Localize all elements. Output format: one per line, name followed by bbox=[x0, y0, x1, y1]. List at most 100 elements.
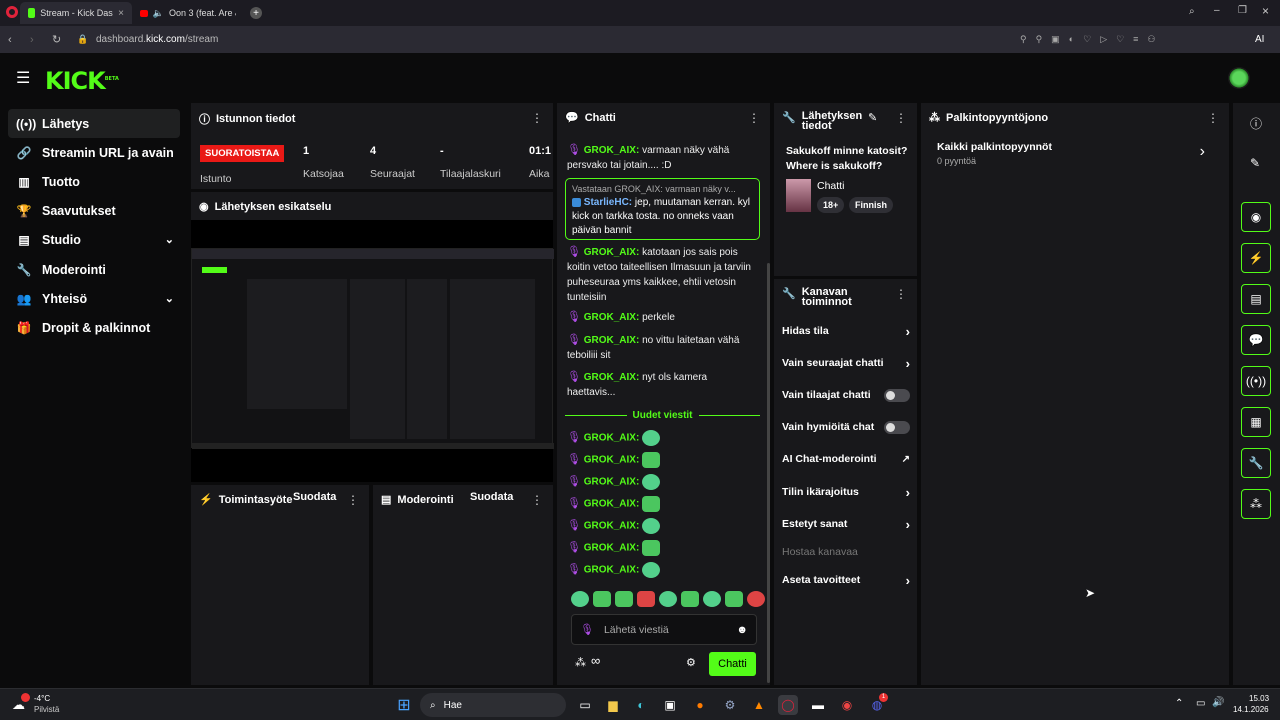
community-icon[interactable]: ⁂ bbox=[575, 656, 586, 669]
sidebar-item-studio[interactable]: ▤ Studio ⌄ bbox=[8, 225, 180, 254]
emote-icon[interactable] bbox=[642, 540, 661, 556]
broadcast-icon[interactable]: ((•)) bbox=[1241, 366, 1271, 396]
taskbar-search[interactable]: ⌕ Hae bbox=[420, 693, 566, 717]
filter-button[interactable]: Suodata bbox=[470, 491, 513, 503]
edit-icon[interactable]: ✎ bbox=[1250, 156, 1260, 170]
more-options-icon[interactable]: ⋮ bbox=[895, 287, 907, 301]
reply-reference[interactable]: Vastataan GROK_AIX: varmaan näky v... bbox=[572, 182, 753, 196]
tab-youtube[interactable]: 🔈 Oon 3 (feat. Are & Ne bbox=[132, 2, 244, 24]
emote-icon[interactable] bbox=[747, 591, 765, 607]
send-chat-button[interactable]: Chatti bbox=[709, 652, 756, 676]
tab-kick-dashboard[interactable]: Stream - Kick Dashboard × bbox=[20, 2, 132, 24]
app-icon[interactable]: ◉ bbox=[837, 695, 857, 715]
all-rewards-item[interactable]: Kaikki palkintopyynnöt 0 pyyntöä › bbox=[937, 141, 1213, 171]
avatar[interactable] bbox=[1228, 67, 1250, 89]
opera-icon[interactable] bbox=[6, 6, 18, 18]
kick-logo[interactable]: KICKBETA bbox=[45, 67, 119, 95]
emotes-only-toggle[interactable] bbox=[884, 420, 910, 434]
more-options-icon[interactable]: ⋮ bbox=[347, 493, 359, 507]
action-ai-moderation[interactable]: AI Chat-moderointi ↗ bbox=[782, 449, 910, 469]
clock-time[interactable]: 15.03 bbox=[1249, 694, 1269, 703]
volume-icon[interactable]: 🔊 bbox=[1212, 697, 1224, 708]
file-explorer-icon[interactable]: ▆ bbox=[603, 695, 623, 715]
minimize-icon[interactable]: – bbox=[1214, 5, 1220, 16]
emote-icon[interactable] bbox=[642, 474, 661, 490]
emote-icon[interactable] bbox=[642, 562, 661, 578]
action-followers-only[interactable]: Vain seuraajat chatti › bbox=[782, 353, 910, 373]
settings-icon[interactable]: ⚙ bbox=[686, 656, 696, 669]
edge-icon[interactable]: ◐ bbox=[631, 695, 651, 715]
emote-icon[interactable] bbox=[642, 452, 661, 468]
edit-icon[interactable]: ✎ bbox=[868, 111, 877, 124]
emote-icon[interactable] bbox=[725, 591, 743, 607]
emote-icon[interactable] bbox=[703, 591, 721, 607]
emote-icon[interactable] bbox=[593, 591, 611, 607]
tag-finnish[interactable]: Finnish bbox=[849, 197, 893, 213]
address-bar[interactable]: ‹ › ↻ 🔒 dashboard.kick.com/stream ⚲⚲▣◐♡▷… bbox=[0, 26, 1280, 53]
action-blocked-words[interactable]: Estetyt sanat › bbox=[782, 514, 910, 534]
emote-icon[interactable] bbox=[637, 591, 655, 607]
sidebar-item-stream-url[interactable]: 🔗 Streamin URL ja avain bbox=[8, 138, 180, 167]
opera-taskbar-icon[interactable]: ◯ bbox=[778, 695, 798, 715]
sidebar-item-tuotto[interactable]: ▥ Tuotto bbox=[8, 167, 180, 196]
wrench-icon[interactable]: 🔧 bbox=[1241, 448, 1271, 478]
close-tab-icon[interactable]: × bbox=[118, 8, 124, 19]
maximize-icon[interactable]: ❐ bbox=[1238, 5, 1247, 16]
preview-video[interactable] bbox=[191, 220, 554, 482]
new-tab-icon[interactable]: + bbox=[250, 7, 262, 19]
tray-chevron-icon[interactable]: ⌃ bbox=[1175, 698, 1183, 709]
hamburger-menu-icon[interactable]: ☰ bbox=[16, 68, 30, 88]
category-thumbnail[interactable] bbox=[786, 179, 811, 212]
extensions-icons[interactable]: ⚲⚲▣◐♡▷♡≡⚇ bbox=[1020, 34, 1165, 45]
firefox-icon[interactable]: ● bbox=[690, 695, 710, 715]
sidebar-item-moderointi[interactable]: 🔧 Moderointi bbox=[8, 255, 180, 284]
emote-icon[interactable] bbox=[642, 496, 661, 512]
chat-icon[interactable]: 💬 bbox=[1241, 325, 1271, 355]
emote-icon[interactable] bbox=[571, 591, 589, 607]
url-text[interactable]: dashboard.kick.com/stream bbox=[96, 34, 218, 45]
reload-icon[interactable]: ↻ bbox=[52, 33, 61, 46]
gift-icon[interactable]: ⁂ bbox=[1241, 489, 1271, 519]
emote-icon[interactable] bbox=[642, 518, 661, 534]
layout-icon[interactable]: ▦ bbox=[1241, 407, 1271, 437]
emote-icon[interactable] bbox=[681, 591, 699, 607]
more-options-icon[interactable]: ⋮ bbox=[531, 111, 543, 125]
sidebar-item-yhteiso[interactable]: 👥 Yhteisö ⌄ bbox=[8, 284, 180, 313]
sidebar-item-dropit[interactable]: 🎁 Dropit & palkinnot bbox=[8, 313, 180, 342]
more-options-icon[interactable]: ⋮ bbox=[748, 111, 760, 125]
filter-button[interactable]: Suodata bbox=[293, 491, 336, 503]
clipboard-icon[interactable]: ▤ bbox=[1241, 284, 1271, 314]
lightning-icon[interactable]: ⚡ bbox=[1241, 243, 1271, 273]
close-window-icon[interactable]: × bbox=[1262, 4, 1269, 18]
action-set-goals[interactable]: Aseta tavoitteet › bbox=[782, 570, 910, 590]
steam-icon[interactable]: ⚙ bbox=[720, 695, 740, 715]
emote-icon[interactable] bbox=[615, 591, 633, 607]
emoji-icon[interactable]: ☻ bbox=[736, 624, 748, 636]
emote-icon[interactable] bbox=[642, 430, 661, 446]
terminal-icon[interactable]: ▬ bbox=[808, 695, 828, 715]
more-options-icon[interactable]: ⋮ bbox=[531, 493, 543, 507]
clock-date[interactable]: 14.1.2026 bbox=[1233, 705, 1269, 714]
tag-18plus[interactable]: 18+ bbox=[817, 197, 845, 213]
network-icon[interactable]: ▭ bbox=[1196, 698, 1205, 709]
sidebar-item-lahetys[interactable]: ((•)) Lähetys bbox=[8, 109, 180, 138]
ai-button[interactable]: AI bbox=[1255, 34, 1264, 45]
sidebar-item-saavutukset[interactable]: 🏆 Saavutukset bbox=[8, 196, 180, 225]
windows-start-icon[interactable]: ⊞ bbox=[394, 695, 414, 715]
chat-scrollbar[interactable] bbox=[767, 263, 770, 683]
info-icon[interactable]: ⓘ bbox=[1250, 115, 1262, 132]
preview-widget-icon[interactable]: ◉ bbox=[1241, 202, 1271, 232]
more-options-icon[interactable]: ⋮ bbox=[895, 111, 907, 125]
category-name[interactable]: Chatti bbox=[817, 180, 844, 192]
subscribers-only-toggle[interactable] bbox=[884, 388, 910, 402]
emote-icon[interactable] bbox=[659, 591, 677, 607]
chat-input[interactable]: 🎙 Lähetä viestiä ☻ bbox=[571, 614, 757, 645]
back-icon[interactable]: ‹ bbox=[8, 34, 12, 46]
forward-icon[interactable]: › bbox=[30, 34, 34, 46]
action-slow-mode[interactable]: Hidas tila › bbox=[782, 321, 910, 341]
task-view-icon[interactable]: ▭ bbox=[575, 695, 595, 715]
more-options-icon[interactable]: ⋮ bbox=[1207, 111, 1219, 125]
store-icon[interactable]: ▣ bbox=[660, 695, 680, 715]
search-tabs-icon[interactable]: ⌕ bbox=[1189, 6, 1195, 17]
action-age-restriction[interactable]: Tilin ikärajoitus › bbox=[782, 482, 910, 502]
